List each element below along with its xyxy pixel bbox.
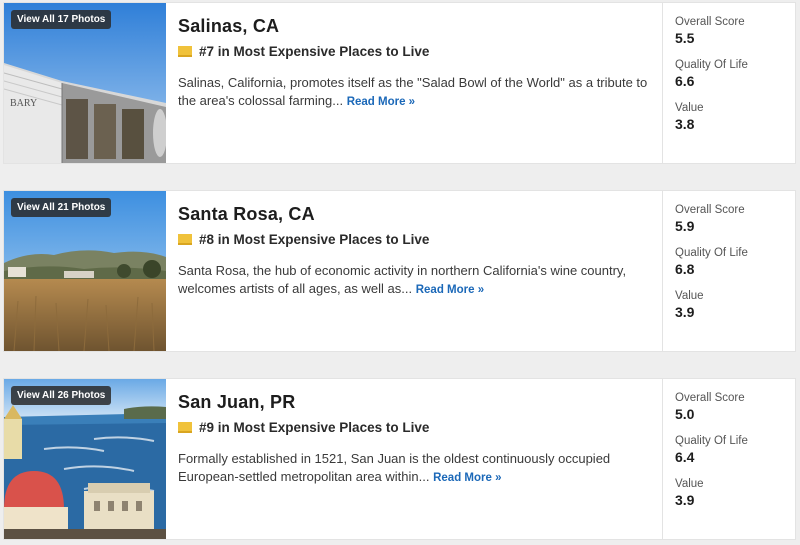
value-score-value: 3.8 [675,116,695,132]
view-photos-button[interactable]: View All 26 Photos [11,386,112,405]
view-photos-button[interactable]: View All 21 Photos [11,198,112,217]
value-label: Value [675,290,704,302]
quality-of-life-label: Quality Of Life [675,59,748,71]
place-card: BARY View All 17 Photos Salinas, CA #7 i… [3,2,796,164]
score-panel: Overall Score 5.9 Quality Of Life 6.8 Va… [663,191,800,351]
place-name[interactable]: Salinas, CA [178,16,648,37]
place-card: View All 21 Photos Santa Rosa, CA #8 in … [3,190,796,352]
rank-link[interactable]: #8 in Most Expensive Places to Live [199,232,429,247]
place-name[interactable]: San Juan, PR [178,392,648,413]
read-more-link[interactable]: Read More » [433,472,501,484]
rank-link[interactable]: #9 in Most Expensive Places to Live [199,420,429,435]
value-score-value: 3.9 [675,492,695,508]
overall-score-value: 5.9 [675,218,695,234]
rank-row: #8 in Most Expensive Places to Live [178,232,648,247]
quality-of-life-value: 6.4 [675,449,695,465]
place-body: Santa Rosa, CA #8 in Most Expensive Plac… [166,191,663,351]
place-body: San Juan, PR #9 in Most Expensive Places… [166,379,663,539]
ribbon-icon [178,46,192,57]
read-more-link[interactable]: Read More » [416,284,484,296]
place-photo[interactable]: View All 21 Photos [4,191,166,351]
overall-score-label: Overall Score [675,16,745,28]
description-text: Santa Rosa, the hub of economic activity… [178,263,627,296]
place-photo[interactable]: View All 26 Photos [4,379,166,539]
place-description: Formally established in 1521, San Juan i… [178,450,648,487]
places-list: BARY View All 17 Photos Salinas, CA #7 i… [0,0,800,545]
place-description: Salinas, California, promotes itself as … [178,74,648,111]
rank-link[interactable]: #7 in Most Expensive Places to Live [199,44,429,59]
quality-of-life-value: 6.6 [675,73,695,89]
building-sign: BARY [10,98,37,109]
place-body: Salinas, CA #7 in Most Expensive Places … [166,3,663,163]
overall-score-value: 5.0 [675,406,695,422]
value-label: Value [675,478,704,490]
value-label: Value [675,102,704,114]
ribbon-icon [178,234,192,245]
place-photo[interactable]: BARY View All 17 Photos [4,3,166,163]
ribbon-icon [178,422,192,433]
overall-score-label: Overall Score [675,392,745,404]
place-name[interactable]: Santa Rosa, CA [178,204,648,225]
rank-row: #9 in Most Expensive Places to Live [178,420,648,435]
value-score-value: 3.9 [675,304,695,320]
read-more-link[interactable]: Read More » [347,96,415,108]
place-card: View All 26 Photos San Juan, PR #9 in Mo… [3,378,796,540]
view-photos-button[interactable]: View All 17 Photos [11,10,112,29]
quality-of-life-label: Quality Of Life [675,435,748,447]
overall-score-value: 5.5 [675,30,695,46]
description-text: Formally established in 1521, San Juan i… [178,451,611,484]
rank-row: #7 in Most Expensive Places to Live [178,44,648,59]
quality-of-life-label: Quality Of Life [675,247,748,259]
score-panel: Overall Score 5.0 Quality Of Life 6.4 Va… [663,379,800,539]
quality-of-life-value: 6.8 [675,261,695,277]
score-panel: Overall Score 5.5 Quality Of Life 6.6 Va… [663,3,800,163]
overall-score-label: Overall Score [675,204,745,216]
place-description: Santa Rosa, the hub of economic activity… [178,262,648,299]
